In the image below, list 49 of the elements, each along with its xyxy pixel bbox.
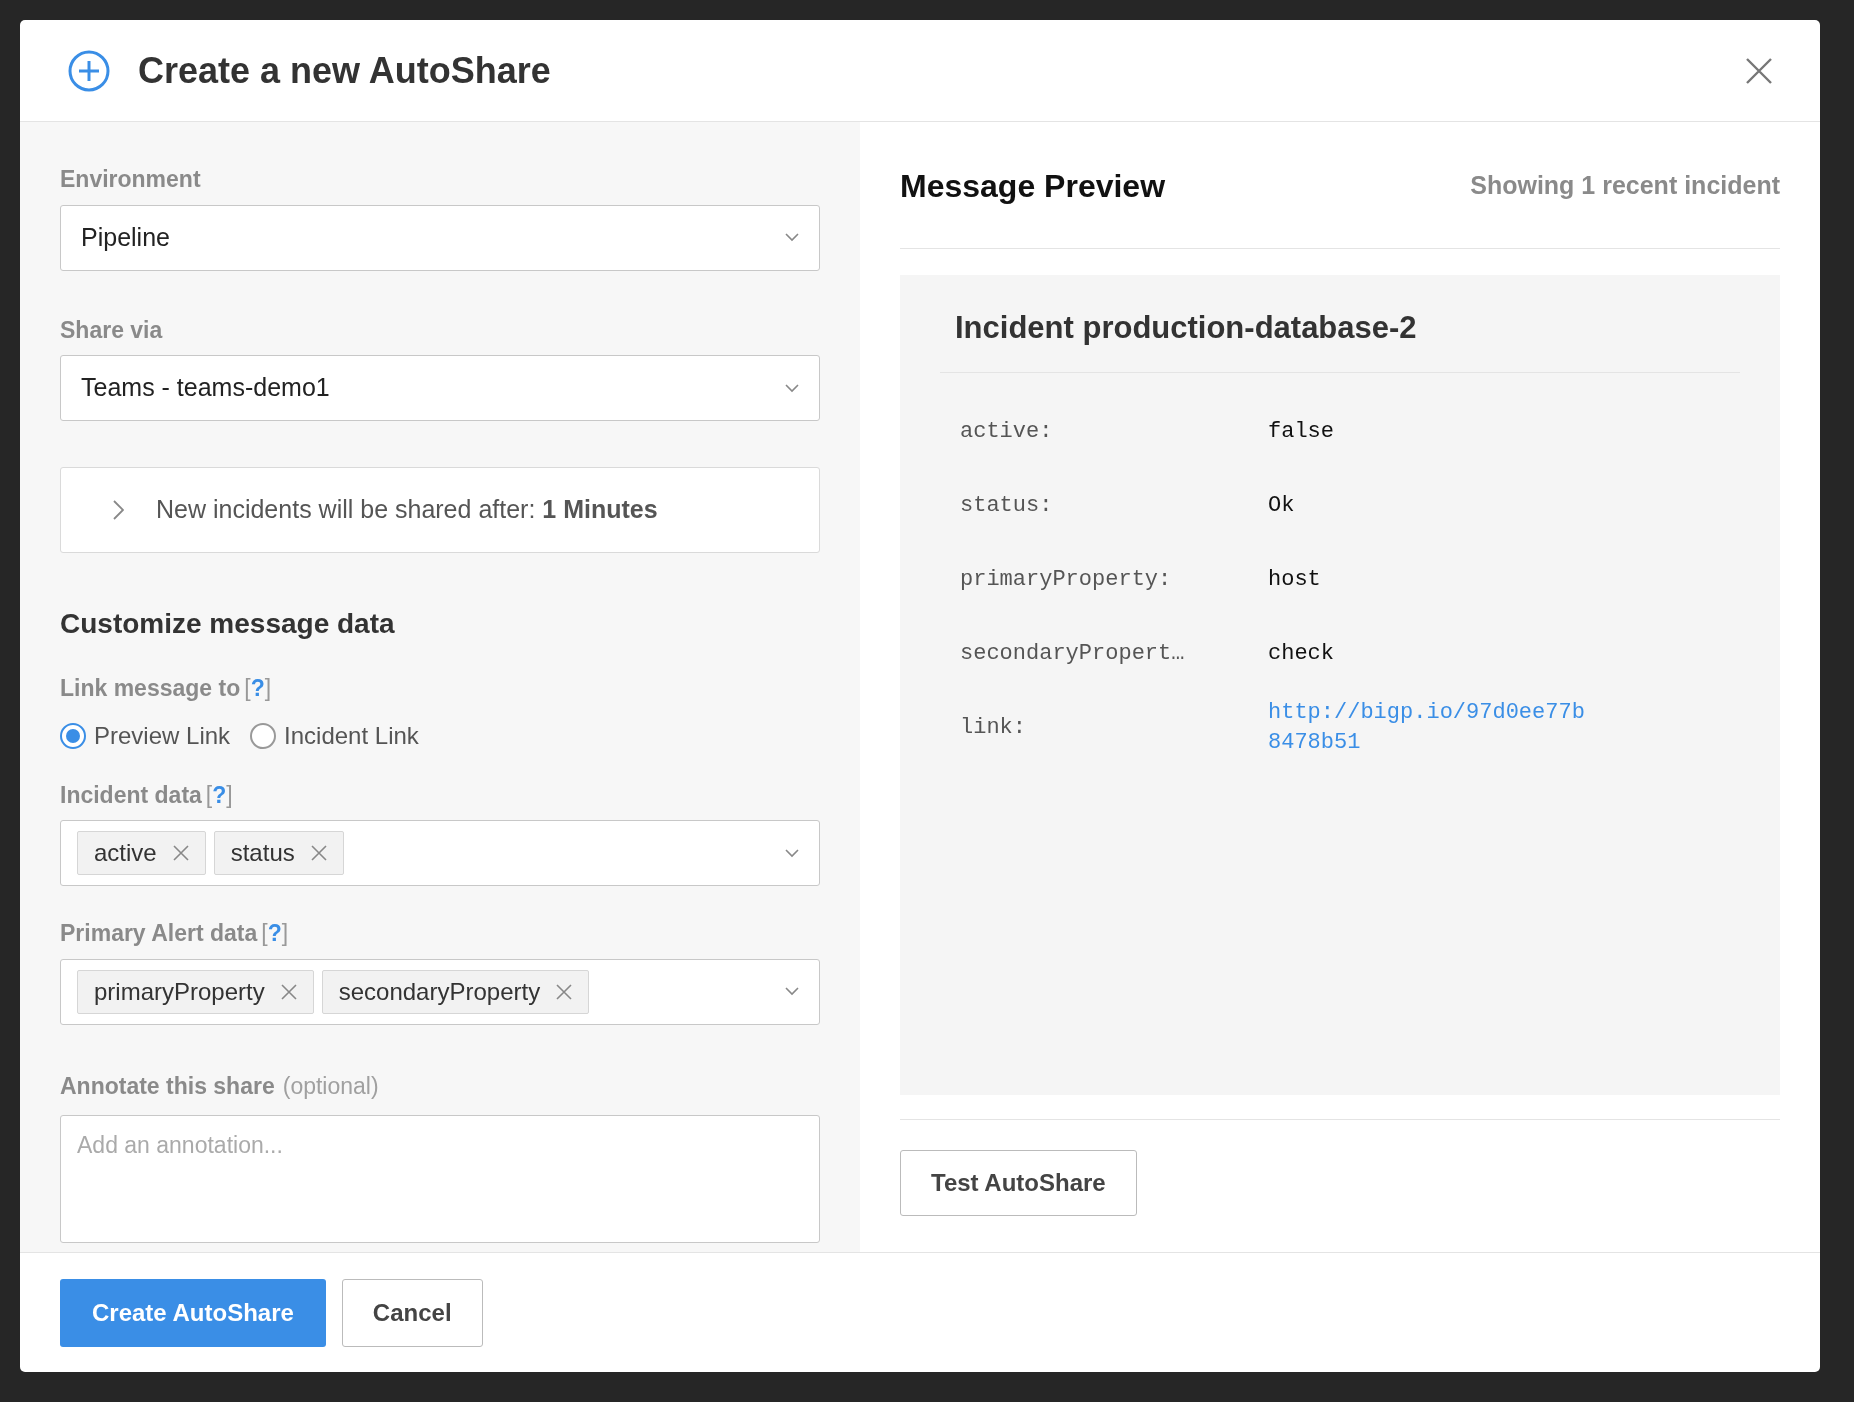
- tag-select[interactable]: active status: [60, 820, 820, 886]
- close-icon[interactable]: [1746, 57, 1772, 84]
- field-value: Ok: [1268, 492, 1295, 520]
- field-key: link:: [960, 711, 1268, 744]
- tag-select[interactable]: primaryProperty secondaryProperty: [60, 958, 820, 1025]
- field-value: false: [1268, 418, 1334, 446]
- field-key: primaryProperty:: [960, 563, 1268, 596]
- tag-chip: secondaryProperty: [321, 969, 590, 1014]
- preview-title: Message Preview: [900, 167, 1166, 206]
- close-icon[interactable]: [310, 845, 327, 861]
- field-key: secondaryPropert…: [960, 637, 1268, 670]
- chevron-down-icon: [785, 233, 799, 242]
- radio-label: Incident Link: [284, 720, 419, 751]
- delay-panel[interactable]: New incidents will be shared after: 1 Minutes: [60, 467, 820, 553]
- close-icon[interactable]: [556, 983, 573, 1000]
- chevron-down-icon: [785, 848, 799, 858]
- field-value: host: [1268, 566, 1321, 594]
- section-heading: Customize message data: [60, 607, 396, 641]
- chevron-down-icon: [785, 383, 799, 393]
- radio-label: Preview Link: [94, 720, 231, 751]
- field-label: Annotate this share: [60, 1071, 275, 1101]
- incident-count: Showing 1 recent incident: [1470, 170, 1780, 202]
- tag-chip: primaryProperty: [77, 969, 314, 1014]
- tag-chip: status: [213, 831, 344, 875]
- cancel-button[interactable]: Cancel: [341, 1278, 483, 1347]
- add-circle-icon: [68, 49, 110, 92]
- field-label: Incident data: [60, 780, 202, 810]
- test-autoshare-button[interactable]: Test AutoShare: [900, 1150, 1137, 1216]
- chevron-down-icon: [785, 987, 799, 996]
- field-label: Share via: [60, 315, 163, 345]
- chevron-right-icon[interactable]: [113, 500, 124, 520]
- field-value: check: [1268, 640, 1334, 668]
- close-icon[interactable]: [280, 983, 297, 1000]
- share-via-select[interactable]: Teams - teams-demo1: [60, 355, 820, 421]
- tag-chip: active: [77, 831, 206, 875]
- delay-text: New incidents will be shared after: 1 Minutes: [156, 494, 658, 526]
- radio-button[interactable]: [250, 722, 277, 749]
- dialog-title: Create a new AutoShare: [138, 48, 551, 93]
- annotation-field[interactable]: Add an annotation...: [60, 1115, 820, 1243]
- field-label: Primary Alert data: [60, 919, 258, 948]
- field-label: Environment: [60, 165, 201, 194]
- incident-title: Incident production-database-2: [940, 305, 1740, 373]
- field-key: active:: [960, 415, 1268, 448]
- environment-select[interactable]: Pipeline: [60, 204, 820, 271]
- optional-hint: (optional): [282, 1071, 379, 1101]
- close-icon[interactable]: [172, 845, 189, 861]
- field-key: status:: [960, 489, 1268, 522]
- radio-button[interactable]: [60, 722, 86, 749]
- field-label: Link message to: [60, 674, 241, 703]
